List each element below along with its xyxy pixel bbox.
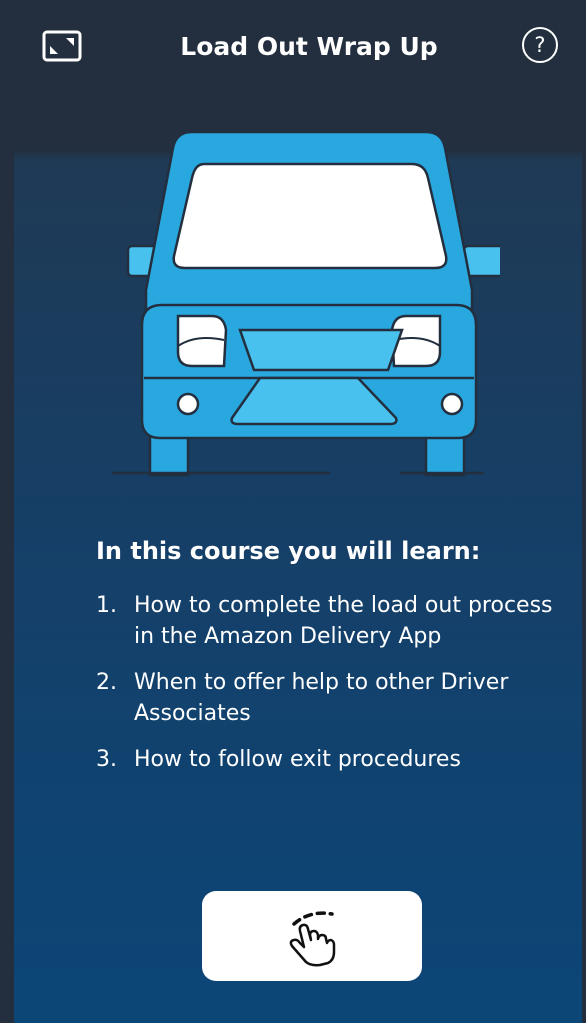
continue-button[interactable] (202, 891, 422, 981)
delivery-van-illustration (112, 130, 500, 477)
expand-button[interactable] (42, 30, 82, 62)
list-item-number: 1. (96, 593, 117, 618)
list-item-text: How to complete the load out process in … (134, 593, 553, 649)
list-item: 1. How to complete the load out process … (96, 590, 556, 652)
list-item-text: How to follow exit procedures (134, 747, 461, 772)
learning-objectives-list: 1. How to complete the load out process … (96, 590, 556, 790)
list-item-text: When to offer help to other Driver Assoc… (134, 670, 509, 726)
list-item-number: 3. (96, 747, 117, 772)
window-edge (582, 0, 586, 1023)
page-title: Load Out Wrap Up (180, 32, 438, 61)
course-screen: Load Out Wrap Up ? In this course you wi… (14, 0, 582, 1023)
help-button[interactable]: ? (522, 27, 558, 63)
list-item: 3. How to follow exit procedures (96, 744, 556, 775)
course-heading: In this course you will learn: (96, 537, 481, 565)
expand-icon (42, 30, 82, 62)
list-item: 2. When to offer help to other Driver As… (96, 667, 556, 729)
top-bar: Load Out Wrap Up ? (14, 0, 582, 95)
list-item-number: 2. (96, 670, 117, 695)
tap-swipe-icon (289, 911, 336, 967)
